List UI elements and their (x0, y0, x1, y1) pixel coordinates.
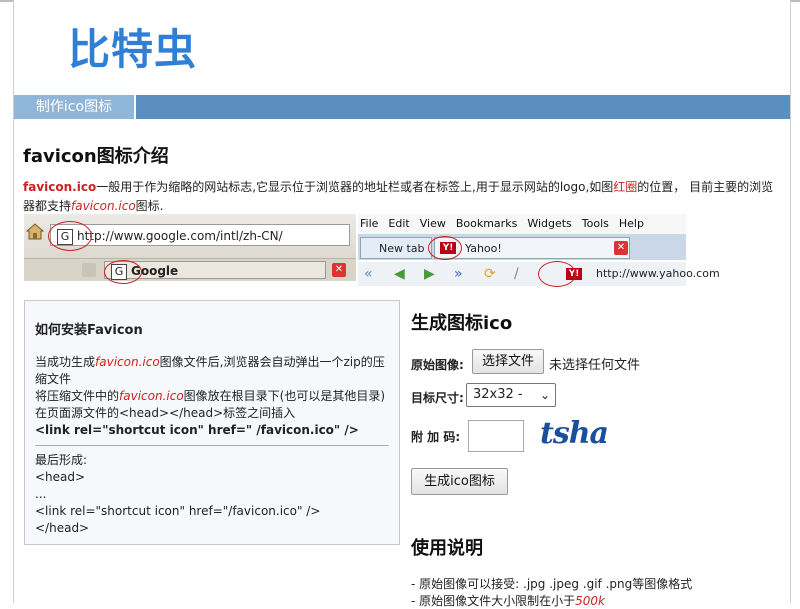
menu-widgets: Widgets (527, 217, 572, 230)
tab-yahoo-label: Yahoo! (465, 242, 502, 255)
install-line: </head> (35, 521, 90, 535)
menu-edit: Edit (388, 217, 410, 230)
red-circle-highlight (428, 236, 462, 260)
firefox-address-bar: Ghttp://www.google.com/intl/zh-CN/ (50, 224, 350, 246)
usage-text: - 原始图像文件大小限制在小于 (411, 594, 576, 608)
back-arrow-icon: ◀ (394, 266, 405, 282)
size-select-value: 32x32 - (473, 387, 523, 402)
install-line: ... (35, 487, 47, 501)
site-logo[interactable]: 比特虫 (68, 16, 197, 77)
menu-file: File (360, 217, 379, 230)
intro-title: favicon图标介绍 (23, 146, 169, 167)
chevron-down-icon: ⌄ (539, 388, 550, 402)
intro-text-part: 一般用于作为缩略的网站标志,它显示位于浏览器的地址栏或者在标签上,用于显示网站的… (96, 180, 614, 194)
image-label: 原始图像: (411, 358, 464, 372)
intro-red-circle-word: 红圈 (613, 180, 638, 194)
tab-new: New tab (360, 237, 432, 259)
form-title: 生成图标ico (411, 313, 513, 334)
usage-title: 使用说明 (411, 538, 483, 559)
intro-favicon-term: favicon.ico (71, 199, 136, 213)
captcha-image[interactable]: tsha (540, 416, 609, 451)
install-favicon-term: favicon.ico (119, 389, 184, 403)
install-line: 在页面源文件的<head></head>标签之间插入 (35, 406, 296, 420)
nav-tab-make-ico[interactable]: 制作ico图标 (14, 95, 136, 119)
usage-line: - 原始图像文件大小限制在小于500k (411, 592, 605, 609)
size-label: 目标尺寸: (411, 391, 464, 405)
generate-ico-button[interactable]: 生成ico图标 (411, 468, 508, 495)
install-line: 最后形成: (35, 453, 88, 467)
intro-text: favicon.ico一般用于作为缩略的网站标志,它显示位于浏览器的地址栏或者在… (23, 178, 783, 216)
menu-view: View (419, 217, 446, 230)
nav-bar: 制作ico图标 (14, 95, 790, 119)
browser-url-text: http://www.yahoo.com (596, 267, 720, 280)
red-circle-highlight (48, 221, 92, 251)
intro-text-part: 图标. (135, 199, 164, 213)
fast-forward-icon: » (454, 266, 463, 282)
menu-help: Help (618, 217, 644, 230)
divider (35, 445, 389, 446)
home-icon (26, 223, 44, 240)
menu-bookmarks: Bookmarks (455, 217, 518, 230)
menu-tools: Tools (581, 217, 609, 230)
close-icon: ✕ (332, 263, 346, 277)
usage-line: - 原始图像可以接受: .jpg .jpeg .gif .png等图像格式 (411, 577, 693, 591)
red-circle-highlight (104, 260, 142, 284)
install-favicon-term: favicon.ico (95, 355, 160, 369)
install-code-line: <link rel="shortcut icon" href=" /favico… (35, 423, 359, 437)
install-line: 将压缩文件中的favicon.ico图像放在根目录下(也可以是其他目录) (35, 388, 389, 405)
tab-yahoo: Yahoo! (434, 237, 630, 259)
install-text: 图像放在根目录下(也可以是其他目录) (183, 389, 386, 403)
rewind-icon: « (364, 266, 373, 282)
install-text: 将压缩文件中的 (35, 389, 120, 403)
reload-icon: ⟳ (484, 266, 496, 282)
red-circle-highlight (538, 261, 576, 287)
code-label: 附 加 码: (411, 430, 461, 444)
choose-file-button[interactable]: 选择文件 (472, 349, 544, 374)
install-line: 当成功生成favicon.ico图像文件后,浏览器会自动弹出一个zip的压缩文件 (35, 354, 389, 388)
close-icon: ✕ (614, 241, 628, 255)
no-file-text: 未选择任何文件 (549, 358, 641, 373)
install-title: 如何安装Favicon (35, 323, 143, 338)
edit-icon: / (514, 266, 519, 282)
size-select[interactable]: 32x32 - ⌄ (466, 383, 556, 407)
install-line: <head> (35, 470, 86, 484)
install-panel: 如何安装Favicon 当成功生成favicon.ico图像文件后,浏览器会自动… (24, 300, 400, 545)
browser-illustration: Ghttp://www.google.com/intl/zh-CN/ G Goog… (24, 214, 720, 287)
tab-scroll-icon (82, 263, 96, 277)
intro-favicon-term: favicon.ico (23, 180, 97, 194)
install-text: 当成功生成 (35, 355, 96, 369)
browser-menu-bar: File Edit View Bookmarks Widgets Tools Help (358, 214, 686, 234)
firefox-url-text: http://www.google.com/intl/zh-CN/ (77, 229, 283, 243)
captcha-input[interactable] (468, 420, 524, 452)
install-line: <link rel="shortcut icon" href="/favicon… (35, 504, 321, 518)
browser-tab-strip: New tab Yahoo! Y! ✕ (358, 234, 686, 260)
browser-nav-toolbar: « ◀ ▶ » ⟳ / Y! http://www.yahoo.com (358, 262, 720, 286)
firefox-tabbar: G Google ✕ (24, 259, 356, 281)
forward-arrow-icon: ▶ (424, 266, 435, 282)
usage-size-limit: 500k (575, 594, 606, 608)
